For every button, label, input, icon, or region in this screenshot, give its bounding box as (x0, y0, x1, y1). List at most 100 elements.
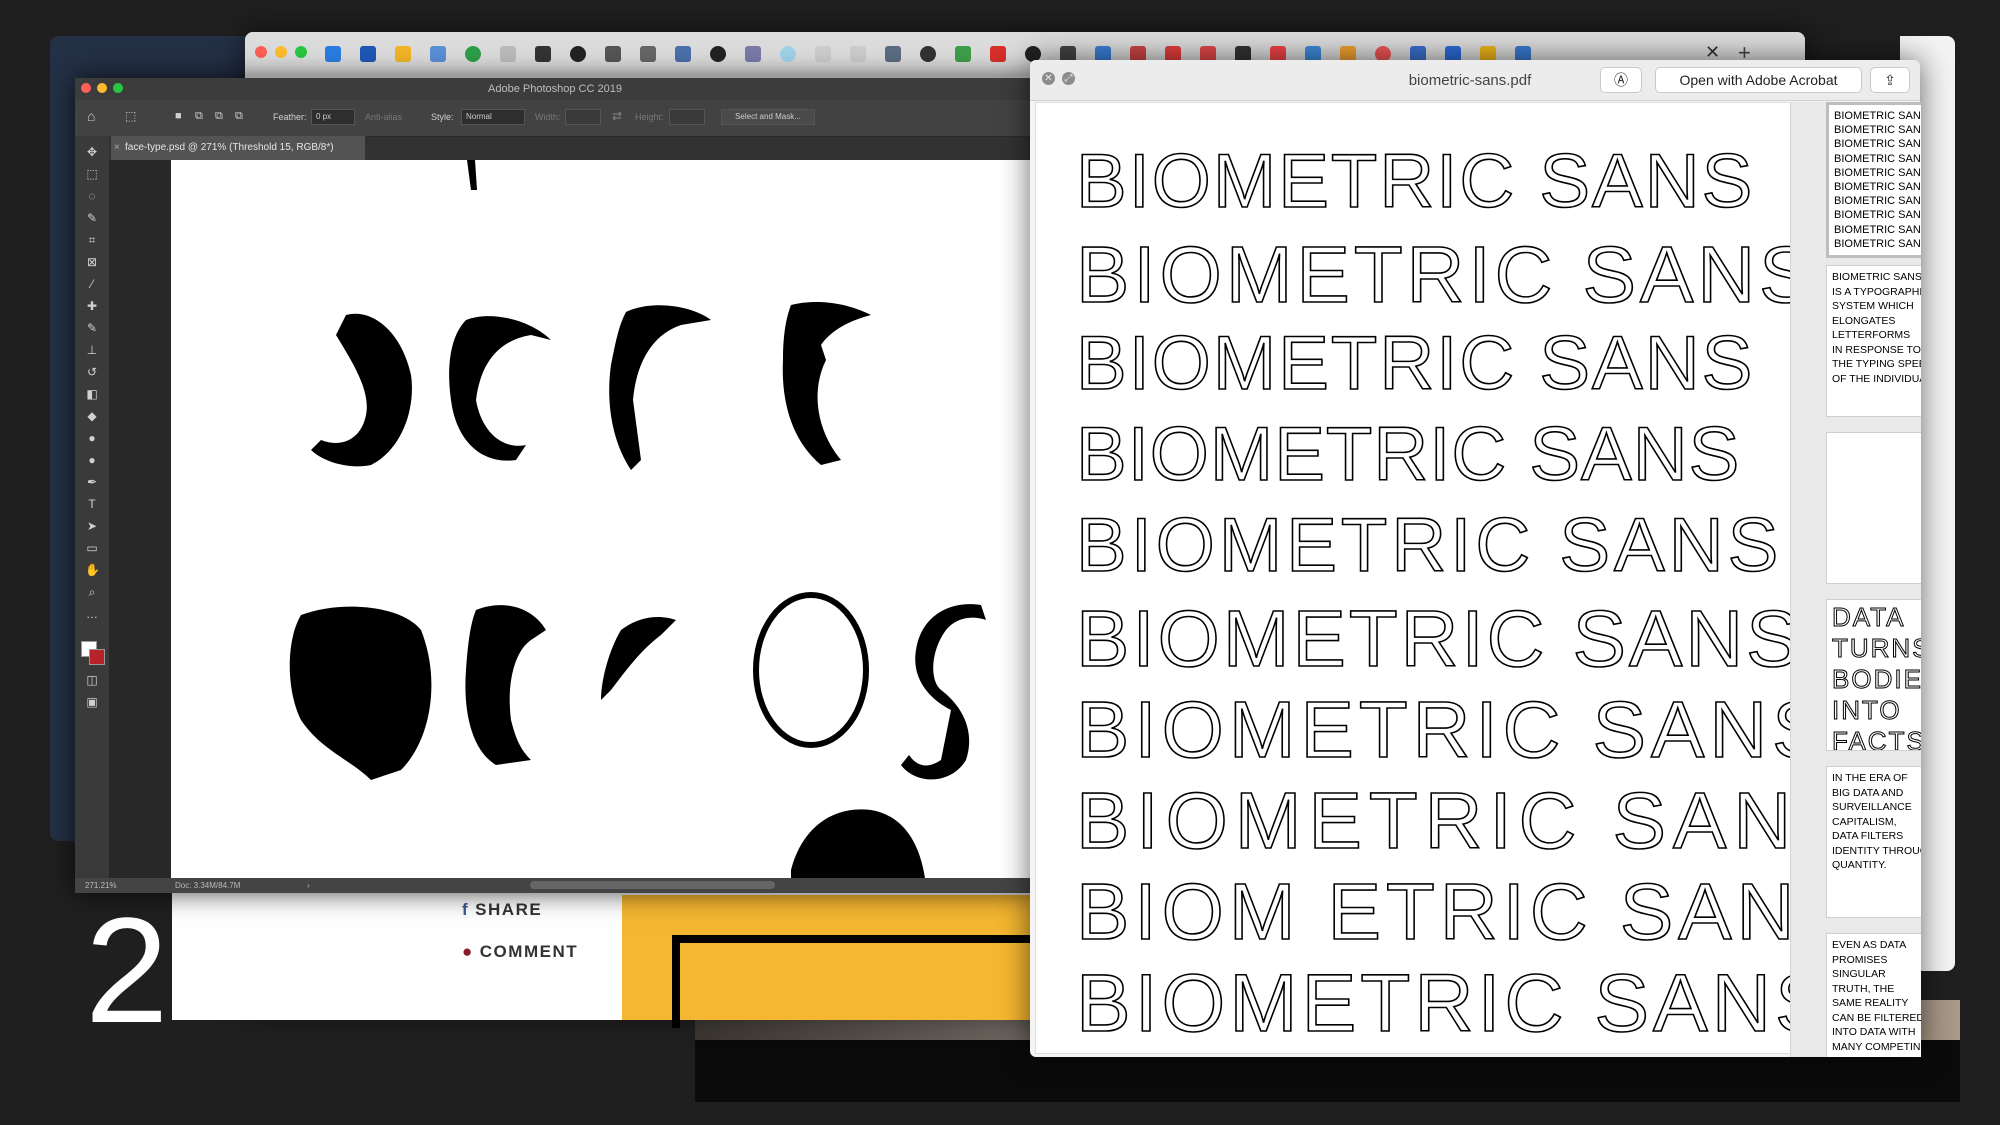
frame-tool-icon[interactable]: ⊠ (85, 256, 99, 268)
screen-mode-icon[interactable]: ▣ (85, 696, 99, 708)
tab-favicon[interactable] (535, 46, 551, 62)
path-select-icon[interactable]: ➤ (85, 520, 99, 532)
eraser-tool-icon[interactable]: ◧ (85, 388, 99, 400)
specimen-line: BIOMETRIC SANS (1075, 775, 1859, 866)
zoom-tool-icon[interactable]: ⌕ (85, 586, 99, 598)
tab-favicon[interactable] (710, 46, 726, 62)
eyedropper-tool-icon[interactable]: ⁄ (85, 278, 99, 290)
horizontal-scrollbar[interactable] (530, 881, 775, 889)
subtract-selection-icon[interactable]: ⧉ (215, 110, 223, 123)
tab-favicon[interactable] (325, 46, 341, 62)
select-and-mask-button[interactable]: Select and Mask... (721, 109, 815, 125)
paint-bucket-icon[interactable]: ◆ (85, 410, 99, 422)
swap-icon[interactable]: ⇄ (612, 109, 622, 123)
blur-tool-icon[interactable]: ● (85, 432, 99, 444)
minimize-button[interactable] (97, 83, 107, 93)
close-icon[interactable]: × (114, 136, 120, 160)
antialias-checkbox[interactable]: Anti-alias (365, 112, 402, 122)
healing-tool-icon[interactable]: ✚ (85, 300, 99, 312)
comment-button[interactable]: ● COMMENT (462, 942, 578, 962)
overlay-number: 2 (85, 886, 169, 1054)
specimen-line: BIOMETRIC SANS (1075, 593, 1803, 684)
specimen-line: BIOM ETRIC SANS (1075, 866, 1858, 957)
face-letter-f1 (609, 305, 711, 470)
face-letter-s (901, 604, 986, 780)
page-thumbnail[interactable]: DATA TURNS BODIES INTO FACTS (1826, 599, 1921, 751)
close-icon[interactable]: ✕ (1042, 72, 1055, 85)
marquee-tool-icon[interactable]: ⬚ (85, 168, 99, 180)
tab-favicon[interactable] (780, 46, 796, 62)
pdf-page[interactable]: BIOMETRIC SANS BIOMETRIC SANS BIOMETRIC … (1035, 102, 1854, 1054)
tab-favicon[interactable] (395, 46, 411, 62)
height-input[interactable] (669, 109, 705, 125)
page-thumbnail[interactable]: IN THE ERA OF BIG DATA AND SURVEILLANCE … (1826, 766, 1921, 918)
lasso-tool-icon[interactable]: ◌ (85, 190, 99, 202)
thumbnail-sidebar: BIOMETRIC SANS BIOMETRIC SANS BIOMETRIC … (1790, 102, 1921, 1057)
pen-tool-icon[interactable]: ✒ (85, 476, 99, 488)
width-label: Width: (535, 112, 561, 122)
stamp-tool-icon[interactable]: ⊥ (85, 344, 99, 356)
tab-favicon[interactable] (850, 46, 866, 62)
specimen-line: BIOMETRIC SANS (1075, 411, 1741, 498)
add-selection-icon[interactable]: ⧉ (195, 110, 203, 123)
shape-tool-icon[interactable]: ▭ (85, 542, 99, 554)
tab-favicon[interactable] (430, 46, 446, 62)
history-brush-icon[interactable]: ↺ (85, 366, 99, 378)
tab-favicon[interactable] (990, 46, 1006, 62)
tab-favicon[interactable] (675, 46, 691, 62)
type-tool-icon[interactable]: T (85, 498, 99, 510)
brush-tool-icon[interactable]: ✎ (85, 322, 99, 334)
tab-favicon[interactable] (570, 46, 586, 62)
feather-input[interactable]: 0 px (311, 109, 355, 125)
crop-tool-icon[interactable]: ⌗ (85, 234, 99, 246)
close-button[interactable] (81, 83, 91, 93)
doc-size[interactable]: Doc: 3.34M/84.7M (175, 878, 240, 893)
width-input[interactable] (565, 109, 601, 125)
app-title: Adobe Photoshop CC 2019 (488, 83, 622, 95)
tab-favicon[interactable] (745, 46, 761, 62)
pixel-graphic (672, 935, 1060, 1028)
tab-favicon[interactable] (500, 46, 516, 62)
share-icon[interactable]: ⇪ (1870, 67, 1910, 93)
face-letter-o (753, 592, 869, 748)
style-label: Style: (431, 112, 454, 122)
page-thumbnail[interactable]: BIOMETRIC SANS BIOMETRIC SANS BIOMETRIC … (1826, 102, 1921, 258)
open-with-acrobat-button[interactable]: Open with Adobe Acrobat (1655, 67, 1862, 93)
fullscreen-icon[interactable]: ⤢ (1062, 72, 1075, 85)
tab-favicon[interactable] (885, 46, 901, 62)
tab-favicon[interactable] (605, 46, 621, 62)
page-thumbnail[interactable]: BIOMETRIC SANS IS A TYPOGRAPHIC SYSTEM W… (1826, 265, 1921, 417)
page-thumbnail[interactable] (1826, 432, 1921, 584)
specimen-line: BIOMETRIC SANS (1075, 502, 1783, 589)
new-selection-icon[interactable]: ■ (175, 110, 182, 122)
home-icon[interactable]: ⌂ (87, 108, 95, 124)
move-tool-icon[interactable]: ✥ (85, 146, 99, 158)
tab-favicon[interactable] (640, 46, 656, 62)
style-select[interactable]: Normal (461, 109, 525, 125)
hand-tool-icon[interactable]: ✋ (85, 564, 100, 576)
quick-select-tool-icon[interactable]: ✎ (85, 212, 99, 224)
dodge-tool-icon[interactable]: ● (85, 454, 99, 466)
zoom-button[interactable] (295, 46, 307, 58)
document-canvas[interactable] (171, 160, 1035, 886)
close-button[interactable] (255, 46, 267, 58)
document-tab[interactable]: × face-type.psd @ 271% (Threshold 15, RG… (111, 136, 365, 160)
status-menu-icon[interactable]: › (307, 878, 310, 893)
marquee-icon[interactable]: ⬚ (125, 109, 136, 123)
zoom-button[interactable] (113, 83, 123, 93)
tab-favicon[interactable] (465, 46, 481, 62)
tab-favicon[interactable] (955, 46, 971, 62)
markup-icon[interactable]: Ⓐ (1600, 67, 1642, 93)
minimize-button[interactable] (275, 46, 287, 58)
tab-favicon[interactable] (360, 46, 376, 62)
tab-favicon[interactable] (815, 46, 831, 62)
zoom-level[interactable]: 271.21% (85, 878, 117, 893)
page-thumbnail[interactable]: EVEN AS DATA PROMISES SINGULAR TRUTH, TH… (1826, 933, 1921, 1057)
quick-mask-icon[interactable]: ◫ (85, 674, 99, 686)
background-color-swatch[interactable] (89, 649, 105, 665)
tab-favicon[interactable] (920, 46, 936, 62)
feather-label: Feather: (273, 112, 307, 122)
more-tools-icon[interactable]: … (85, 608, 99, 620)
intersect-selection-icon[interactable]: ⧉ (235, 110, 243, 123)
share-button[interactable]: f SHARE (462, 900, 542, 920)
